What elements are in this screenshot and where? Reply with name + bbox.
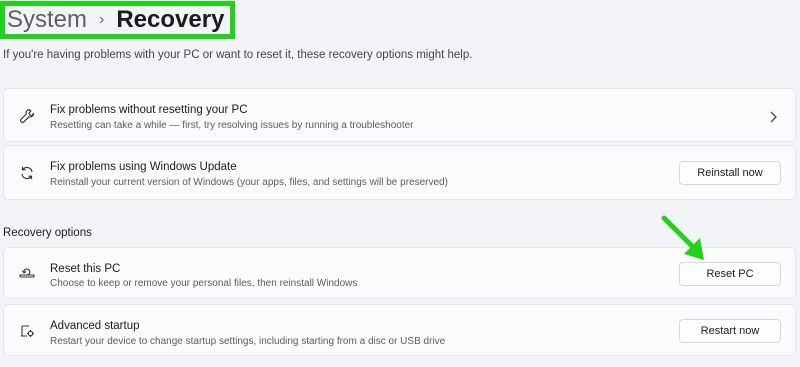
- card-description: Resetting can take a while — first, try …: [50, 120, 414, 131]
- header: System › Recovery: [0, 0, 236, 40]
- wrench-icon: [18, 107, 36, 125]
- restart-now-button[interactable]: Restart now: [679, 319, 781, 343]
- annotation-arrow-icon: [661, 215, 704, 260]
- chevron-right-icon[interactable]: [769, 110, 777, 128]
- page-title: Recovery: [116, 6, 225, 33]
- fix-problems-troubleshooter-card[interactable]: Fix problems without resetting your PC R…: [3, 88, 796, 142]
- advanced-startup-icon: [18, 322, 36, 340]
- reinstall-now-button[interactable]: Reinstall now: [679, 161, 781, 185]
- breadcrumb: System › Recovery: [0, 1, 236, 39]
- card-description: Reinstall your current version of Window…: [50, 177, 448, 188]
- card-title: Reset this PC: [50, 263, 121, 275]
- card-title: Fix problems using Windows Update: [50, 161, 237, 173]
- card-title: Advanced startup: [50, 320, 140, 332]
- reset-pc-icon: [18, 264, 36, 282]
- card-description: Choose to keep or remove your personal f…: [50, 278, 358, 289]
- page-subtitle: If you're having problems with your PC o…: [3, 49, 473, 61]
- windows-update-reinstall-card: Fix problems using Windows Update Reinst…: [3, 145, 796, 200]
- recovery-options-heading: Recovery options: [3, 227, 92, 239]
- breadcrumb-system-link[interactable]: System: [7, 6, 87, 34]
- refresh-icon: [18, 164, 36, 182]
- reset-pc-button[interactable]: Reset PC: [679, 262, 781, 286]
- card-title: Fix problems without resetting your PC: [50, 104, 248, 116]
- advanced-startup-card: Advanced startup Restart your device to …: [3, 304, 796, 356]
- card-description: Restart your device to change startup se…: [50, 336, 446, 347]
- chevron-right-icon: ›: [99, 11, 105, 28]
